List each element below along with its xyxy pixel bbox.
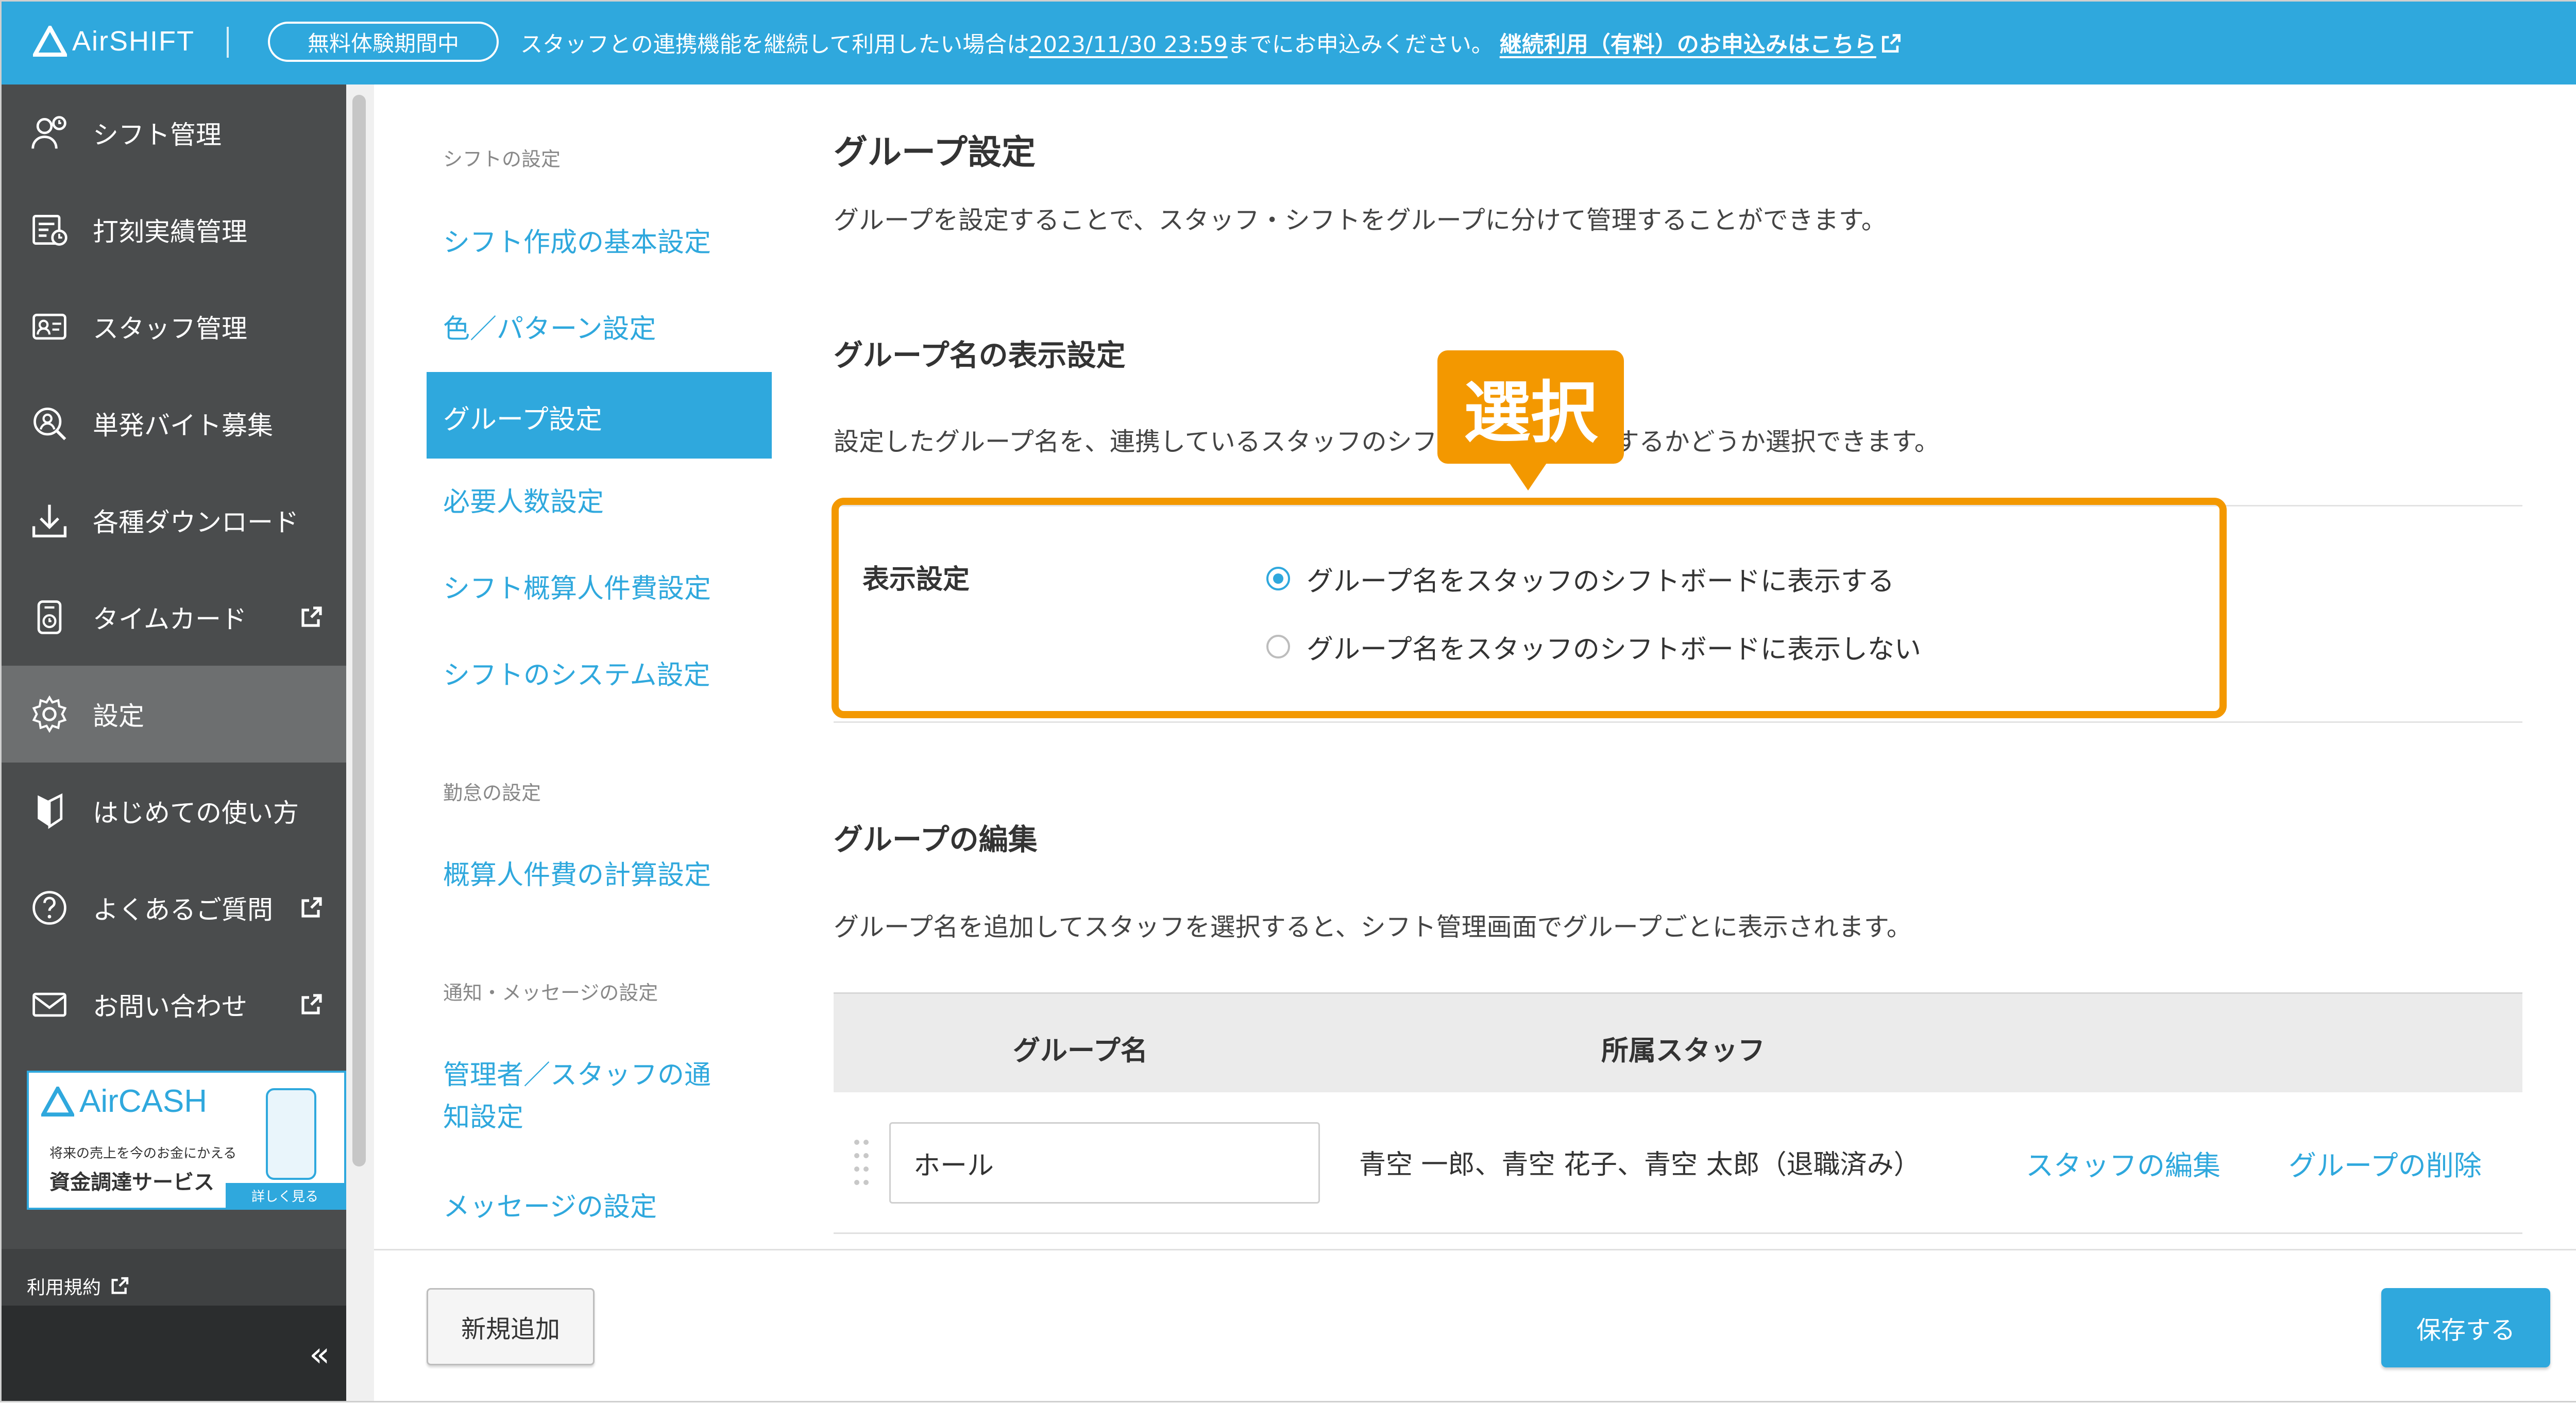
display-section-heading: グループ名の表示設定: [834, 339, 1126, 373]
aircash-banner[interactable]: AirCASH 将来の売上を今のお金にかえる 資金調達サービス 詳しく見る: [27, 1071, 346, 1210]
subnav-item-group-label: グループ設定: [443, 404, 602, 435]
aircash-title: AirCASH: [41, 1083, 207, 1120]
external-link-icon: [301, 606, 322, 627]
sidebar-item-timecard[interactable]: タイムカード: [0, 569, 346, 666]
terms-link[interactable]: 利用規約: [27, 1273, 130, 1299]
external-link-icon: [301, 897, 322, 918]
aircash-detail-button[interactable]: 詳しく見る: [226, 1183, 344, 1208]
subnav-item-system[interactable]: シフトのシステム設定: [443, 653, 710, 692]
trial-message-before: スタッフとの連携機能を継続して利用したい場合は: [520, 32, 1029, 58]
timecard-icon: [29, 597, 70, 638]
sidebar-label: はじめての使い方: [93, 798, 299, 828]
trial-badge: 無料体験期間中: [268, 22, 499, 62]
gear-icon: [29, 693, 70, 735]
sidebar-scrollbar[interactable]: [346, 84, 374, 1402]
trial-deadline: 2023/11/30 23:59: [1029, 32, 1228, 58]
group-name-input[interactable]: ホール: [889, 1122, 1320, 1204]
trial-banner: AirSHIFT 無料体験期間中 スタッフとの連携機能を継続して利用したい場合は…: [0, 0, 2576, 84]
collapse-chevron-icon: «: [309, 1334, 330, 1374]
beginner-icon: [29, 790, 70, 832]
subnav-item-color-pattern[interactable]: 色／パターン設定: [443, 307, 656, 346]
sidebar-label: スタッフ管理: [93, 314, 247, 344]
sidebar-item-shift[interactable]: シフト管理: [0, 84, 346, 181]
sidebar-label: 設定: [93, 701, 144, 731]
sidebar-collapse-button[interactable]: «: [0, 1306, 374, 1402]
sidebar-item-settings[interactable]: 設定: [0, 666, 346, 763]
group-table-header: グループ名 所属スタッフ: [834, 992, 2522, 1094]
download-icon: [29, 500, 70, 541]
airshift-logo-icon: [33, 26, 67, 57]
mail-icon: [29, 984, 70, 1025]
delete-group-link[interactable]: グループの削除: [2289, 1143, 2482, 1183]
sidebar-label: タイムカード: [93, 604, 247, 634]
shift-icon: [29, 112, 70, 154]
subnav-item-message[interactable]: メッセージの設定: [443, 1185, 657, 1224]
subnav-notify-line2: 知設定: [443, 1102, 524, 1133]
logo-text: AirSHIFT: [72, 26, 195, 57]
add-group-button[interactable]: 新規追加: [427, 1288, 595, 1365]
subnav-item-group[interactable]: グループ設定: [427, 372, 772, 459]
column-header-staff: 所属スタッフ: [1601, 1035, 1765, 1067]
trial-message-after: までにお申込みください。: [1227, 32, 1494, 58]
subnav-item-labor-cost[interactable]: シフト概算人件費設定: [443, 567, 711, 605]
recruit-icon: [29, 403, 70, 444]
aircash-main-text: 資金調達サービス: [49, 1171, 214, 1194]
subnav-section-shift: シフトの設定: [443, 148, 561, 171]
subnav-item-notification[interactable]: 管理者／スタッフの通 知設定: [443, 1054, 711, 1139]
edit-section-heading: グループの編集: [834, 823, 1038, 857]
page-description: グループを設定することで、スタッフ・シフトをグループに分けて管理することができま…: [834, 206, 1887, 235]
table-row: ホール 青空 一郎、青空 花子、青空 太郎（退職済み） スタッフの編集 グループ…: [834, 1092, 2522, 1234]
external-link-icon: [301, 994, 322, 1014]
sidebar-scroll-thumb[interactable]: [352, 95, 366, 1166]
divider: [834, 721, 2522, 723]
sidebar-label: お問い合わせ: [93, 992, 247, 1022]
page-title: グループ設定: [834, 132, 1036, 172]
aircash-logo-icon: [41, 1086, 74, 1117]
continue-subscription-link-text: 継続利用（有料）のお申込みはこちら: [1499, 32, 1876, 58]
select-callout: 選択: [1437, 350, 1624, 464]
aircash-subtitle: 将来の売上を今のお金にかえる: [49, 1146, 237, 1161]
airshift-logo[interactable]: AirSHIFT: [33, 21, 195, 62]
subnav-item-cost-calc[interactable]: 概算人件費の計算設定: [443, 853, 711, 892]
external-link-icon: [111, 1277, 129, 1294]
sidebar-item-contact[interactable]: お問い合わせ: [0, 956, 346, 1053]
save-button[interactable]: 保存する: [2381, 1288, 2550, 1367]
group-members: 青空 一郎、青空 花子、青空 太郎（退職済み）: [1359, 1149, 1921, 1180]
trial-message: スタッフとの連携機能を継続して利用したい場合は2023/11/30 23:59ま…: [520, 27, 1902, 59]
column-header-group: グループ名: [1013, 1035, 1148, 1067]
display-section-description: 設定したグループ名を、連携しているスタッフのシフトボードに表示するかどうか選択で…: [834, 427, 1940, 456]
sidebar-item-faq[interactable]: よくあるご質問: [0, 859, 346, 956]
sidebar-item-staff[interactable]: スタッフ管理: [0, 278, 346, 375]
subnav-item-required-staff[interactable]: 必要人数設定: [443, 480, 604, 519]
callout-pointer: [1509, 462, 1548, 490]
sidebar-label: 各種ダウンロード: [93, 508, 299, 537]
terms-label: 利用規約: [27, 1277, 101, 1298]
external-link-icon: [1882, 34, 1901, 53]
sidebar-label: よくあるご質問: [93, 895, 273, 925]
sidebar-label: シフト管理: [93, 120, 222, 150]
staff-card-icon: [29, 306, 70, 347]
drag-handle-icon[interactable]: [854, 1140, 870, 1187]
aircash-detail-label: 詳しく見る: [251, 1189, 318, 1205]
sidebar-item-beginner[interactable]: はじめての使い方: [0, 763, 346, 859]
logo-divider: [227, 27, 229, 58]
timeclock-record-icon: [29, 209, 70, 250]
subnav-section-attendance: 勤怠の設定: [443, 782, 541, 804]
sidebar-item-recruit[interactable]: 単発バイト募集: [0, 375, 346, 472]
action-footer: [374, 1249, 2576, 1404]
subnav-section-notify: 通知・メッセージの設定: [443, 982, 658, 1004]
aircash-title-text: AirCASH: [79, 1084, 208, 1119]
sidebar-label: 単発バイト募集: [93, 411, 273, 441]
continue-subscription-link[interactable]: 継続利用（有料）のお申込みはこちら: [1500, 32, 1902, 58]
subnav-item-basic[interactable]: シフト作成の基本設定: [443, 221, 711, 259]
sidebar-label: 打刻実績管理: [93, 217, 247, 247]
sidebar-item-timeclock-record[interactable]: 打刻実績管理: [0, 181, 346, 278]
edit-section-description: グループ名を追加してスタッフを選択すると、シフト管理画面でグループごとに表示され…: [834, 912, 1912, 942]
phone-illustration: [266, 1088, 316, 1180]
subnav-notify-line1: 管理者／スタッフの通: [443, 1060, 711, 1091]
question-icon: [29, 887, 70, 928]
sidebar-item-download[interactable]: 各種ダウンロード: [0, 472, 346, 569]
edit-staff-link[interactable]: スタッフの編集: [2026, 1143, 2221, 1183]
highlight-frame: [832, 498, 2227, 718]
